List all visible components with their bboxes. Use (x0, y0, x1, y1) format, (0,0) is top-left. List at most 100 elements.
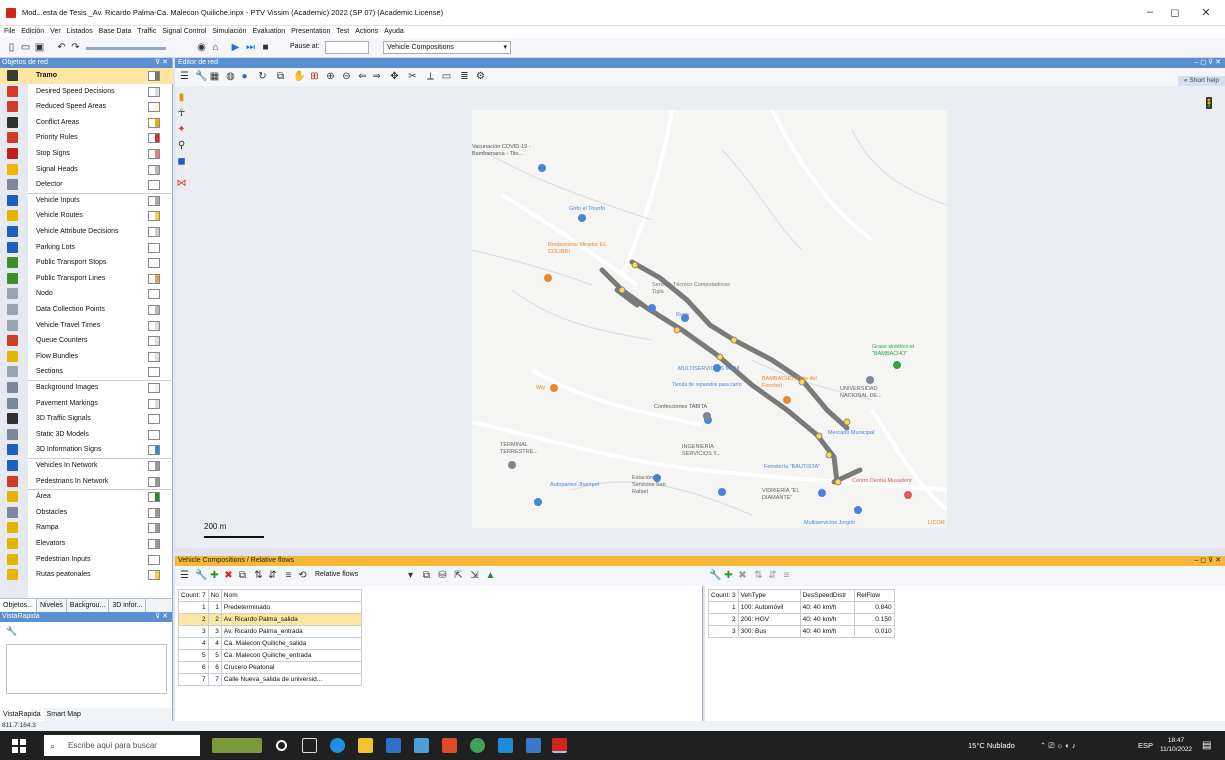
stop-icon[interactable]: ■ (260, 42, 271, 53)
clock[interactable]: 18:47 11/10/2022 (1160, 736, 1192, 754)
table-row[interactable]: 7 7 Calle Nueva_salida de universid... (178, 673, 362, 686)
notifications-icon[interactable]: ▤ (1202, 740, 1211, 751)
cell-no[interactable]: 5 (207, 649, 222, 662)
crossing-icon[interactable]: ⋈ (176, 178, 187, 189)
cell-speed[interactable]: 40: 40 km/h (799, 625, 855, 638)
screenshot-icon[interactable]: ▭ (441, 71, 452, 82)
network-object-3d-traffic-signals[interactable]: 3D Traffic Signals (0, 411, 173, 427)
cut-icon[interactable]: ✂ (407, 71, 418, 82)
filter-icon[interactable]: ≡ (283, 570, 294, 581)
visibility-toggle[interactable] (148, 180, 160, 191)
visibility-toggle[interactable] (148, 242, 160, 253)
visibility-toggle[interactable] (148, 289, 160, 300)
settings-icon[interactable]: ⚙ (475, 71, 486, 82)
visibility-toggle[interactable] (148, 351, 160, 362)
step-icon[interactable]: ⏭ (245, 42, 256, 53)
network-object-elevators[interactable]: Elevators (0, 536, 173, 552)
visibility-toggle[interactable] (148, 570, 160, 581)
network-object-nodo[interactable]: Nodo (0, 286, 173, 302)
undo-icon[interactable]: ↶ (56, 42, 67, 53)
network-object-parking-lots[interactable]: Parking Lots (0, 240, 173, 256)
table-row[interactable]: 1 1 Predeterminado (178, 601, 362, 614)
column-header-count[interactable]: Count: 3 (708, 589, 739, 602)
cell-idx[interactable]: 5 (178, 649, 209, 662)
menu-presentation[interactable]: Presentation (291, 26, 330, 38)
table-row[interactable]: 6 6 Crucero Peatonal (178, 661, 362, 674)
zoom-region-icon[interactable]: ⊞ (309, 71, 320, 82)
visibility-toggle[interactable] (148, 523, 160, 534)
visibility-toggle[interactable] (148, 117, 160, 128)
menu-listados[interactable]: Listados (67, 26, 93, 38)
network-object-desired-speed-decisions[interactable]: Desired Speed Decisions (0, 84, 173, 100)
network-object-vehicles-in-network[interactable]: Vehicles In Network (0, 458, 173, 474)
walk-icon[interactable]: ⚲ (176, 140, 187, 151)
visibility-toggle[interactable] (148, 507, 160, 518)
globe-icon[interactable]: ◍ (225, 71, 236, 82)
chrome-icon[interactable] (470, 738, 485, 753)
rotate-icon[interactable]: ↻ (257, 71, 268, 82)
visibility-toggle[interactable] (148, 414, 160, 425)
cell-idx[interactable]: 4 (178, 637, 209, 650)
cell-idx[interactable]: 2 (708, 613, 739, 626)
visibility-toggle[interactable] (148, 554, 160, 565)
tab-vista-rapida[interactable]: VistaRapida (0, 708, 44, 721)
search-highlight-icon[interactable] (212, 738, 262, 753)
tab-objetos[interactable]: Objetos... (0, 599, 37, 613)
background-map[interactable]: Vacunación COVID-19 - Bambamarca - Tito.… (472, 110, 947, 528)
visibility-toggle[interactable] (148, 398, 160, 409)
close-button[interactable]: ✕ (1196, 6, 1216, 19)
network-object-detector[interactable]: Detector (0, 177, 173, 193)
chart-icon[interactable]: ▲ (485, 570, 496, 581)
table-row[interactable]: 4 4 Ca. Malecon Quiliche_salida (178, 637, 362, 650)
cell-name[interactable]: Ca. Malecon Quiliche_entrada (220, 649, 362, 662)
zoom-in-icon[interactable]: ⊕ (325, 71, 336, 82)
network-object-pedestrians-in-network[interactable]: Pedestrians In Network (0, 474, 173, 490)
cell-no[interactable]: 2 (207, 613, 222, 626)
cell-name[interactable]: Ca. Malecon Quiliche_salida (220, 637, 362, 650)
relative-flows-selector[interactable]: Relative flows (315, 571, 358, 578)
office-icon[interactable] (442, 738, 457, 753)
visibility-toggle[interactable] (148, 71, 160, 81)
measure-icon[interactable]: ⟂ (425, 71, 436, 82)
layers-icon[interactable]: ≣ (459, 71, 470, 82)
signal-icon[interactable]: ▮ (176, 92, 187, 103)
mail-icon[interactable] (414, 738, 429, 753)
menu-signal-control[interactable]: Signal Control (162, 26, 206, 38)
visibility-toggle[interactable] (148, 211, 160, 222)
task-view-icon[interactable] (302, 738, 317, 753)
pedestrian-icon[interactable]: ☥ (176, 108, 187, 119)
network-object-background-images[interactable]: Background Images (0, 380, 173, 396)
menu-test[interactable]: Test (336, 26, 349, 38)
add-icon[interactable]: ✚ (723, 570, 734, 581)
list-selector-dropdown[interactable]: Vehicle Compositions ▾ (383, 41, 511, 54)
export-icon[interactable]: ⇱ (453, 570, 464, 581)
play-icon[interactable]: ▶ (230, 42, 241, 53)
panel-close-icon[interactable]: ⊽ ✕ (155, 58, 168, 68)
vissim-taskbar-icon[interactable] (552, 738, 567, 753)
synchronize-icon[interactable]: ⟲ (297, 570, 308, 581)
network-object-pedestrian-inputs[interactable]: Pedestrian Inputs (0, 552, 173, 568)
cell-idx[interactable]: 3 (178, 625, 209, 638)
visibility-toggle[interactable] (148, 367, 160, 378)
sort-ascending-icon[interactable]: ⇅ (753, 570, 764, 581)
network-object-data-collection-points[interactable]: Data Collection Points (0, 302, 173, 318)
cell-name[interactable]: Av. Ricardo Palma_entrada (220, 625, 362, 638)
wrench-icon[interactable]: 🔧 (6, 626, 17, 637)
network-object-rampa[interactable]: Rampa (0, 520, 173, 536)
menu-edicion[interactable]: Edición (21, 26, 44, 38)
visibility-toggle[interactable] (148, 539, 160, 549)
network-object-queue-counters[interactable]: Queue Counters (0, 333, 173, 349)
list-window-controls-icon[interactable]: – ◻ ⊽ ✕ (1194, 556, 1221, 566)
visibility-toggle[interactable] (148, 461, 160, 471)
visibility-toggle[interactable] (148, 149, 160, 159)
keyboard-language[interactable]: ESP (1138, 741, 1153, 750)
select-layout-icon[interactable]: ☰ (179, 71, 190, 82)
parking-icon[interactable]: ◼ (176, 156, 187, 167)
visibility-toggle[interactable] (148, 492, 160, 503)
table-row[interactable]: 2 200: HGV 40: 40 km/h 0.150 (708, 613, 895, 626)
weather-status[interactable]: 15°C Nublado (968, 741, 1015, 750)
3d-view-icon[interactable]: ◉ (196, 42, 207, 53)
column-header-vehtype[interactable]: VehType (737, 589, 801, 602)
quick-view-close-icon[interactable]: ⊽ ✕ (155, 612, 168, 622)
network-object-3d-information-signs[interactable]: 3D Information Signs (0, 442, 173, 458)
